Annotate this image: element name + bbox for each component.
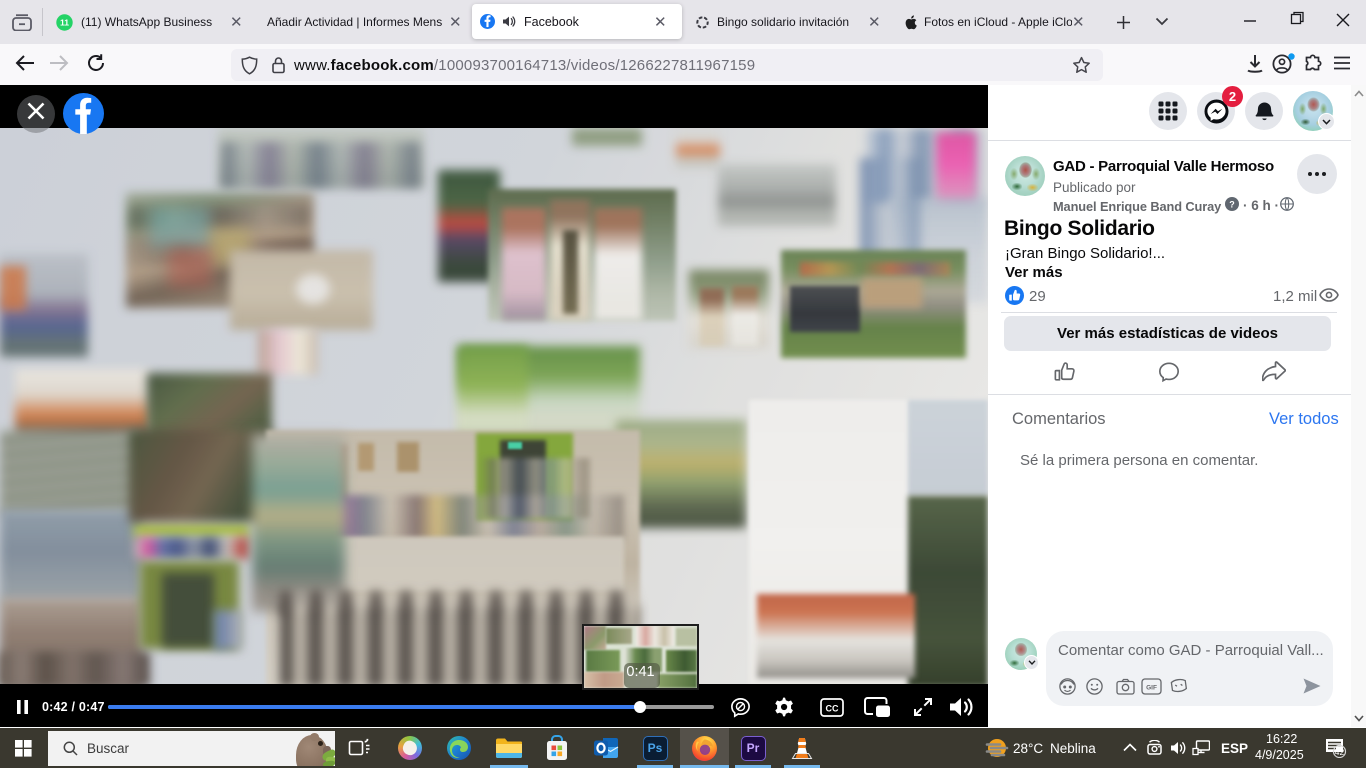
svg-text:42: 42 — [1335, 747, 1345, 757]
svg-text:GIF: GIF — [1146, 685, 1157, 692]
svg-text:CC: CC — [826, 703, 839, 713]
svg-text:?: ? — [1229, 199, 1235, 209]
svg-text:11: 11 — [60, 17, 69, 27]
